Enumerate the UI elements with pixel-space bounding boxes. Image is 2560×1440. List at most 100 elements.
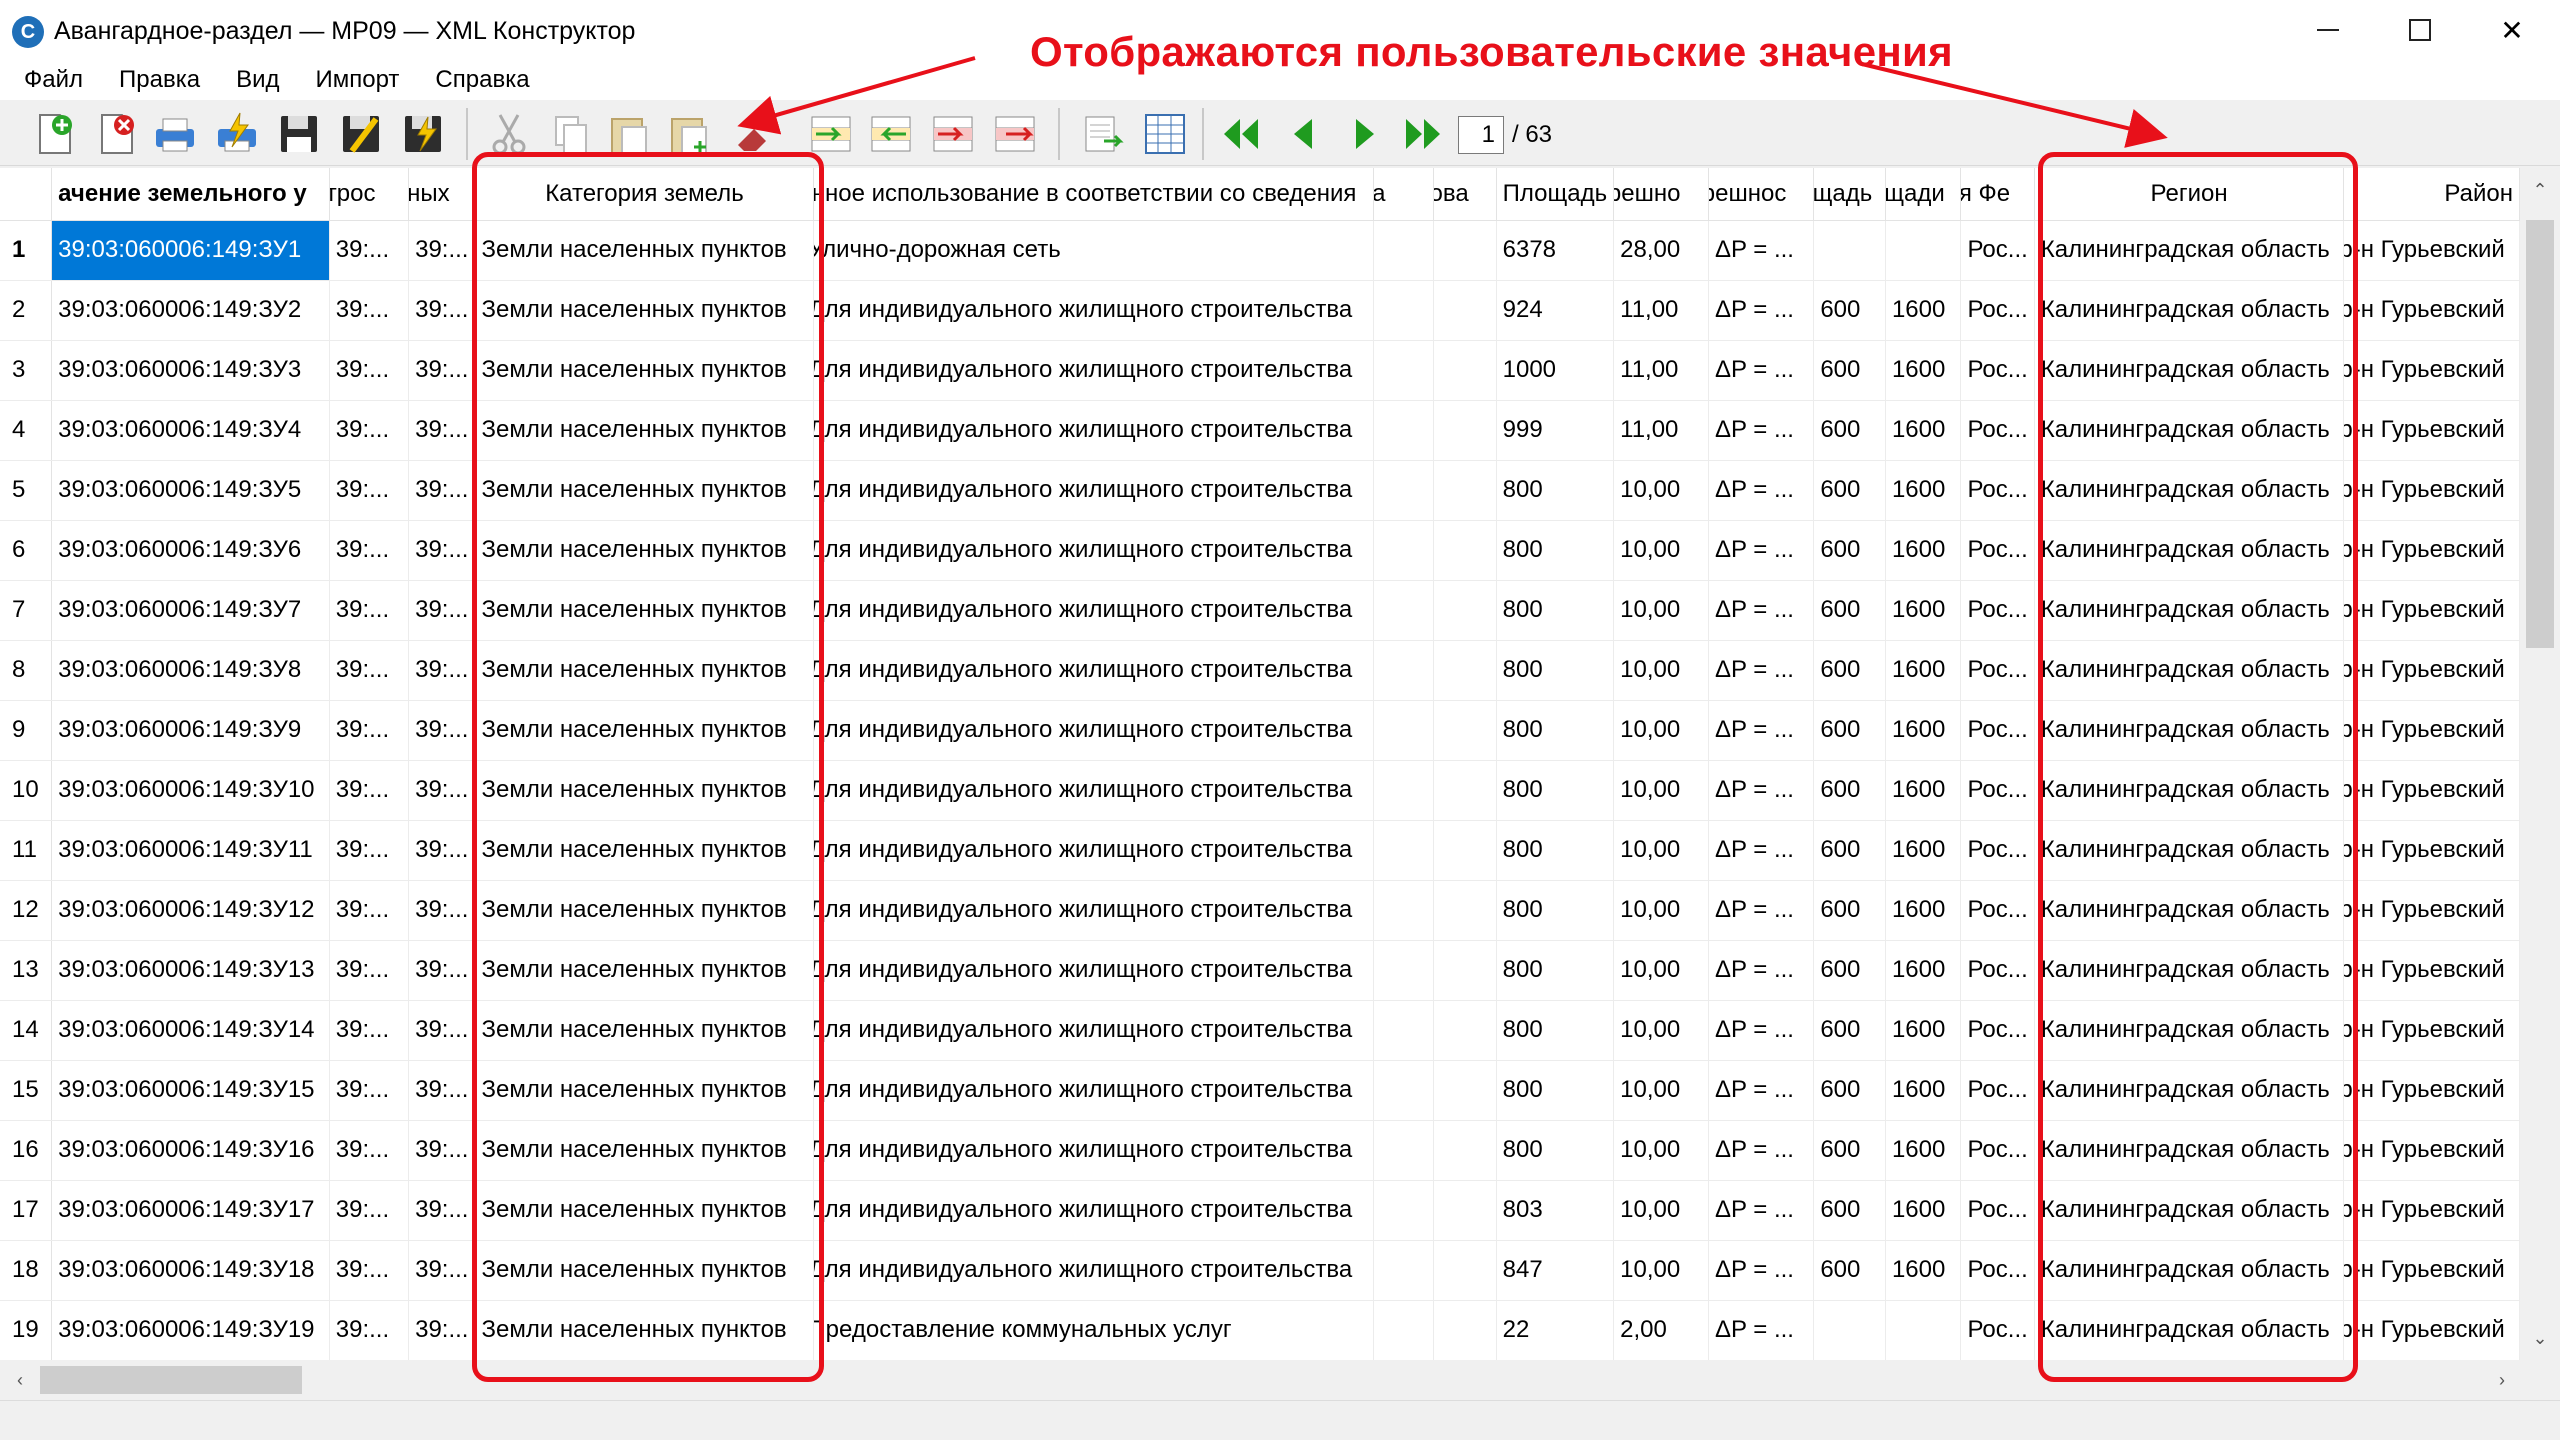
area-max-cell[interactable]: 1600 [1885, 340, 1962, 401]
cadastral-number-cell[interactable]: 39:03:060006:149:ЗУ1 [51, 220, 330, 281]
permitted-use-cell[interactable]: Для индивидуального жилищного строительс… [813, 880, 1374, 941]
area-cell[interactable]: 22 [1496, 1300, 1615, 1360]
district-cell[interactable]: р-н Гурьевский [2343, 940, 2520, 1001]
federation-cell[interactable]: Рос... [1960, 340, 2035, 401]
usage-cell[interactable] [1433, 700, 1497, 761]
save-as-icon[interactable] [336, 109, 386, 159]
insert-row-icon[interactable] [806, 109, 856, 159]
usage-cell[interactable] [1433, 940, 1497, 1001]
cadastral-number-cell[interactable]: 39:03:060006:149:ЗУ14 [51, 1000, 330, 1061]
cadastral-number-cell[interactable]: 39:03:060006:149:ЗУ16 [51, 1120, 330, 1181]
page-number-input[interactable]: 1 [1458, 116, 1504, 154]
error-formula-cell[interactable]: ΔP = ... [1708, 1120, 1815, 1181]
area-min-cell[interactable]: 600 [1813, 940, 1886, 1001]
area-cell[interactable]: 924 [1496, 280, 1615, 341]
error-formula-cell[interactable]: ΔP = ... [1708, 460, 1815, 521]
usage-cell[interactable] [1433, 1120, 1497, 1181]
usage-cell[interactable] [1433, 640, 1497, 701]
menu-file[interactable]: Файл [6, 60, 101, 100]
delete-rows-icon[interactable] [990, 109, 1040, 159]
purpose-cell[interactable] [1373, 1000, 1434, 1061]
column-header-rownum[interactable] [0, 168, 53, 221]
area-min-cell[interactable]: 600 [1813, 280, 1886, 341]
error-cell[interactable]: 11,00 [1613, 340, 1710, 401]
last-page-icon[interactable] [1398, 109, 1448, 159]
area-max-cell[interactable]: 1600 [1885, 940, 1962, 1001]
source-cell[interactable]: 39:... [408, 1240, 476, 1301]
district-cell[interactable]: р-н Гурьевский [2343, 580, 2520, 641]
area-min-cell[interactable]: 600 [1813, 640, 1886, 701]
district-cell[interactable]: р-н Гурьевский [2343, 220, 2520, 281]
column-header-permitted-use[interactable]: енное использование в соответствии со св… [813, 168, 1374, 221]
menu-help[interactable]: Справка [417, 60, 547, 100]
area-cell[interactable]: 6378 [1496, 220, 1615, 281]
federation-cell[interactable]: Рос... [1960, 280, 2035, 341]
permitted-use-cell[interactable]: Предоставление коммунальных услуг [813, 1300, 1374, 1360]
usage-cell[interactable] [1433, 400, 1497, 461]
error-formula-cell[interactable]: ΔP = ... [1708, 520, 1815, 581]
purpose-cell[interactable] [1373, 460, 1434, 521]
column-header-purpose[interactable]: на [1373, 168, 1434, 221]
permitted-use-cell[interactable]: Для индивидуального жилищного строительс… [813, 1000, 1374, 1061]
error-formula-cell[interactable]: ΔP = ... [1708, 880, 1815, 941]
permitted-use-cell[interactable]: Для индивидуального жилищного строительс… [813, 760, 1374, 821]
structures-cell[interactable]: 39:... [329, 700, 410, 761]
structures-cell[interactable]: 39:... [329, 520, 410, 581]
usage-cell[interactable] [1433, 1180, 1497, 1241]
area-cell[interactable]: 800 [1496, 580, 1615, 641]
scroll-left-icon[interactable]: ‹ [2, 1360, 38, 1400]
area-max-cell[interactable] [1885, 1300, 1962, 1360]
source-cell[interactable]: 39:... [408, 700, 476, 761]
purpose-cell[interactable] [1373, 640, 1434, 701]
error-cell[interactable]: 10,00 [1613, 1120, 1710, 1181]
print-icon[interactable] [150, 109, 200, 159]
area-max-cell[interactable]: 1600 [1885, 1240, 1962, 1301]
area-max-cell[interactable]: 1600 [1885, 1000, 1962, 1061]
usage-cell[interactable] [1433, 520, 1497, 581]
error-cell[interactable]: 10,00 [1613, 1240, 1710, 1301]
area-cell[interactable]: 800 [1496, 1060, 1615, 1121]
usage-cell[interactable] [1433, 340, 1497, 401]
error-cell[interactable]: 10,00 [1613, 640, 1710, 701]
table-icon[interactable] [1140, 109, 1190, 159]
federation-cell[interactable]: Рос... [1960, 400, 2035, 461]
structures-cell[interactable]: 39:... [329, 580, 410, 641]
error-formula-cell[interactable]: ΔP = ... [1708, 700, 1815, 761]
district-cell[interactable]: р-н Гурьевский [2343, 1240, 2520, 1301]
federation-cell[interactable]: Рос... [1960, 1180, 2035, 1241]
maximize-button[interactable] [2374, 0, 2466, 60]
usage-cell[interactable] [1433, 280, 1497, 341]
federation-cell[interactable]: Рос... [1960, 760, 2035, 821]
area-cell[interactable]: 800 [1496, 460, 1615, 521]
menu-import[interactable]: Импорт [298, 60, 418, 100]
source-cell[interactable]: 39:... [408, 520, 476, 581]
area-min-cell[interactable]: 600 [1813, 1180, 1886, 1241]
federation-cell[interactable]: Рос... [1960, 1000, 2035, 1061]
purpose-cell[interactable] [1373, 940, 1434, 1001]
structures-cell[interactable]: 39:... [329, 280, 410, 341]
source-cell[interactable]: 39:... [408, 820, 476, 881]
scroll-up-icon[interactable]: ⌃ [2520, 172, 2560, 208]
cadastral-number-cell[interactable]: 39:03:060006:149:ЗУ18 [51, 1240, 330, 1301]
column-header-cadastral[interactable]: ачение земельного у [51, 168, 330, 221]
district-cell[interactable]: р-н Гурьевский [2343, 760, 2520, 821]
area-min-cell[interactable]: 600 [1813, 1120, 1886, 1181]
area-cell[interactable]: 800 [1496, 940, 1615, 1001]
error-formula-cell[interactable]: ΔP = ... [1708, 580, 1815, 641]
vertical-scrollbar[interactable]: ⌃ ⌄ [2520, 168, 2560, 1360]
source-cell[interactable]: 39:... [408, 1180, 476, 1241]
vertical-scroll-thumb[interactable] [2526, 220, 2554, 648]
area-min-cell[interactable]: 600 [1813, 880, 1886, 941]
purpose-cell[interactable] [1373, 700, 1434, 761]
error-cell[interactable]: 10,00 [1613, 460, 1710, 521]
federation-cell[interactable]: Рос... [1960, 880, 2035, 941]
column-header-usage[interactable]: зова [1433, 168, 1497, 221]
permitted-use-cell[interactable]: Для индивидуального жилищного строительс… [813, 1180, 1374, 1241]
error-cell[interactable]: 11,00 [1613, 280, 1710, 341]
federation-cell[interactable]: Рос... [1960, 940, 2035, 1001]
federation-cell[interactable]: Рос... [1960, 1060, 2035, 1121]
source-cell[interactable]: 39:... [408, 460, 476, 521]
error-cell[interactable]: 10,00 [1613, 820, 1710, 881]
area-max-cell[interactable]: 1600 [1885, 820, 1962, 881]
usage-cell[interactable] [1433, 820, 1497, 881]
